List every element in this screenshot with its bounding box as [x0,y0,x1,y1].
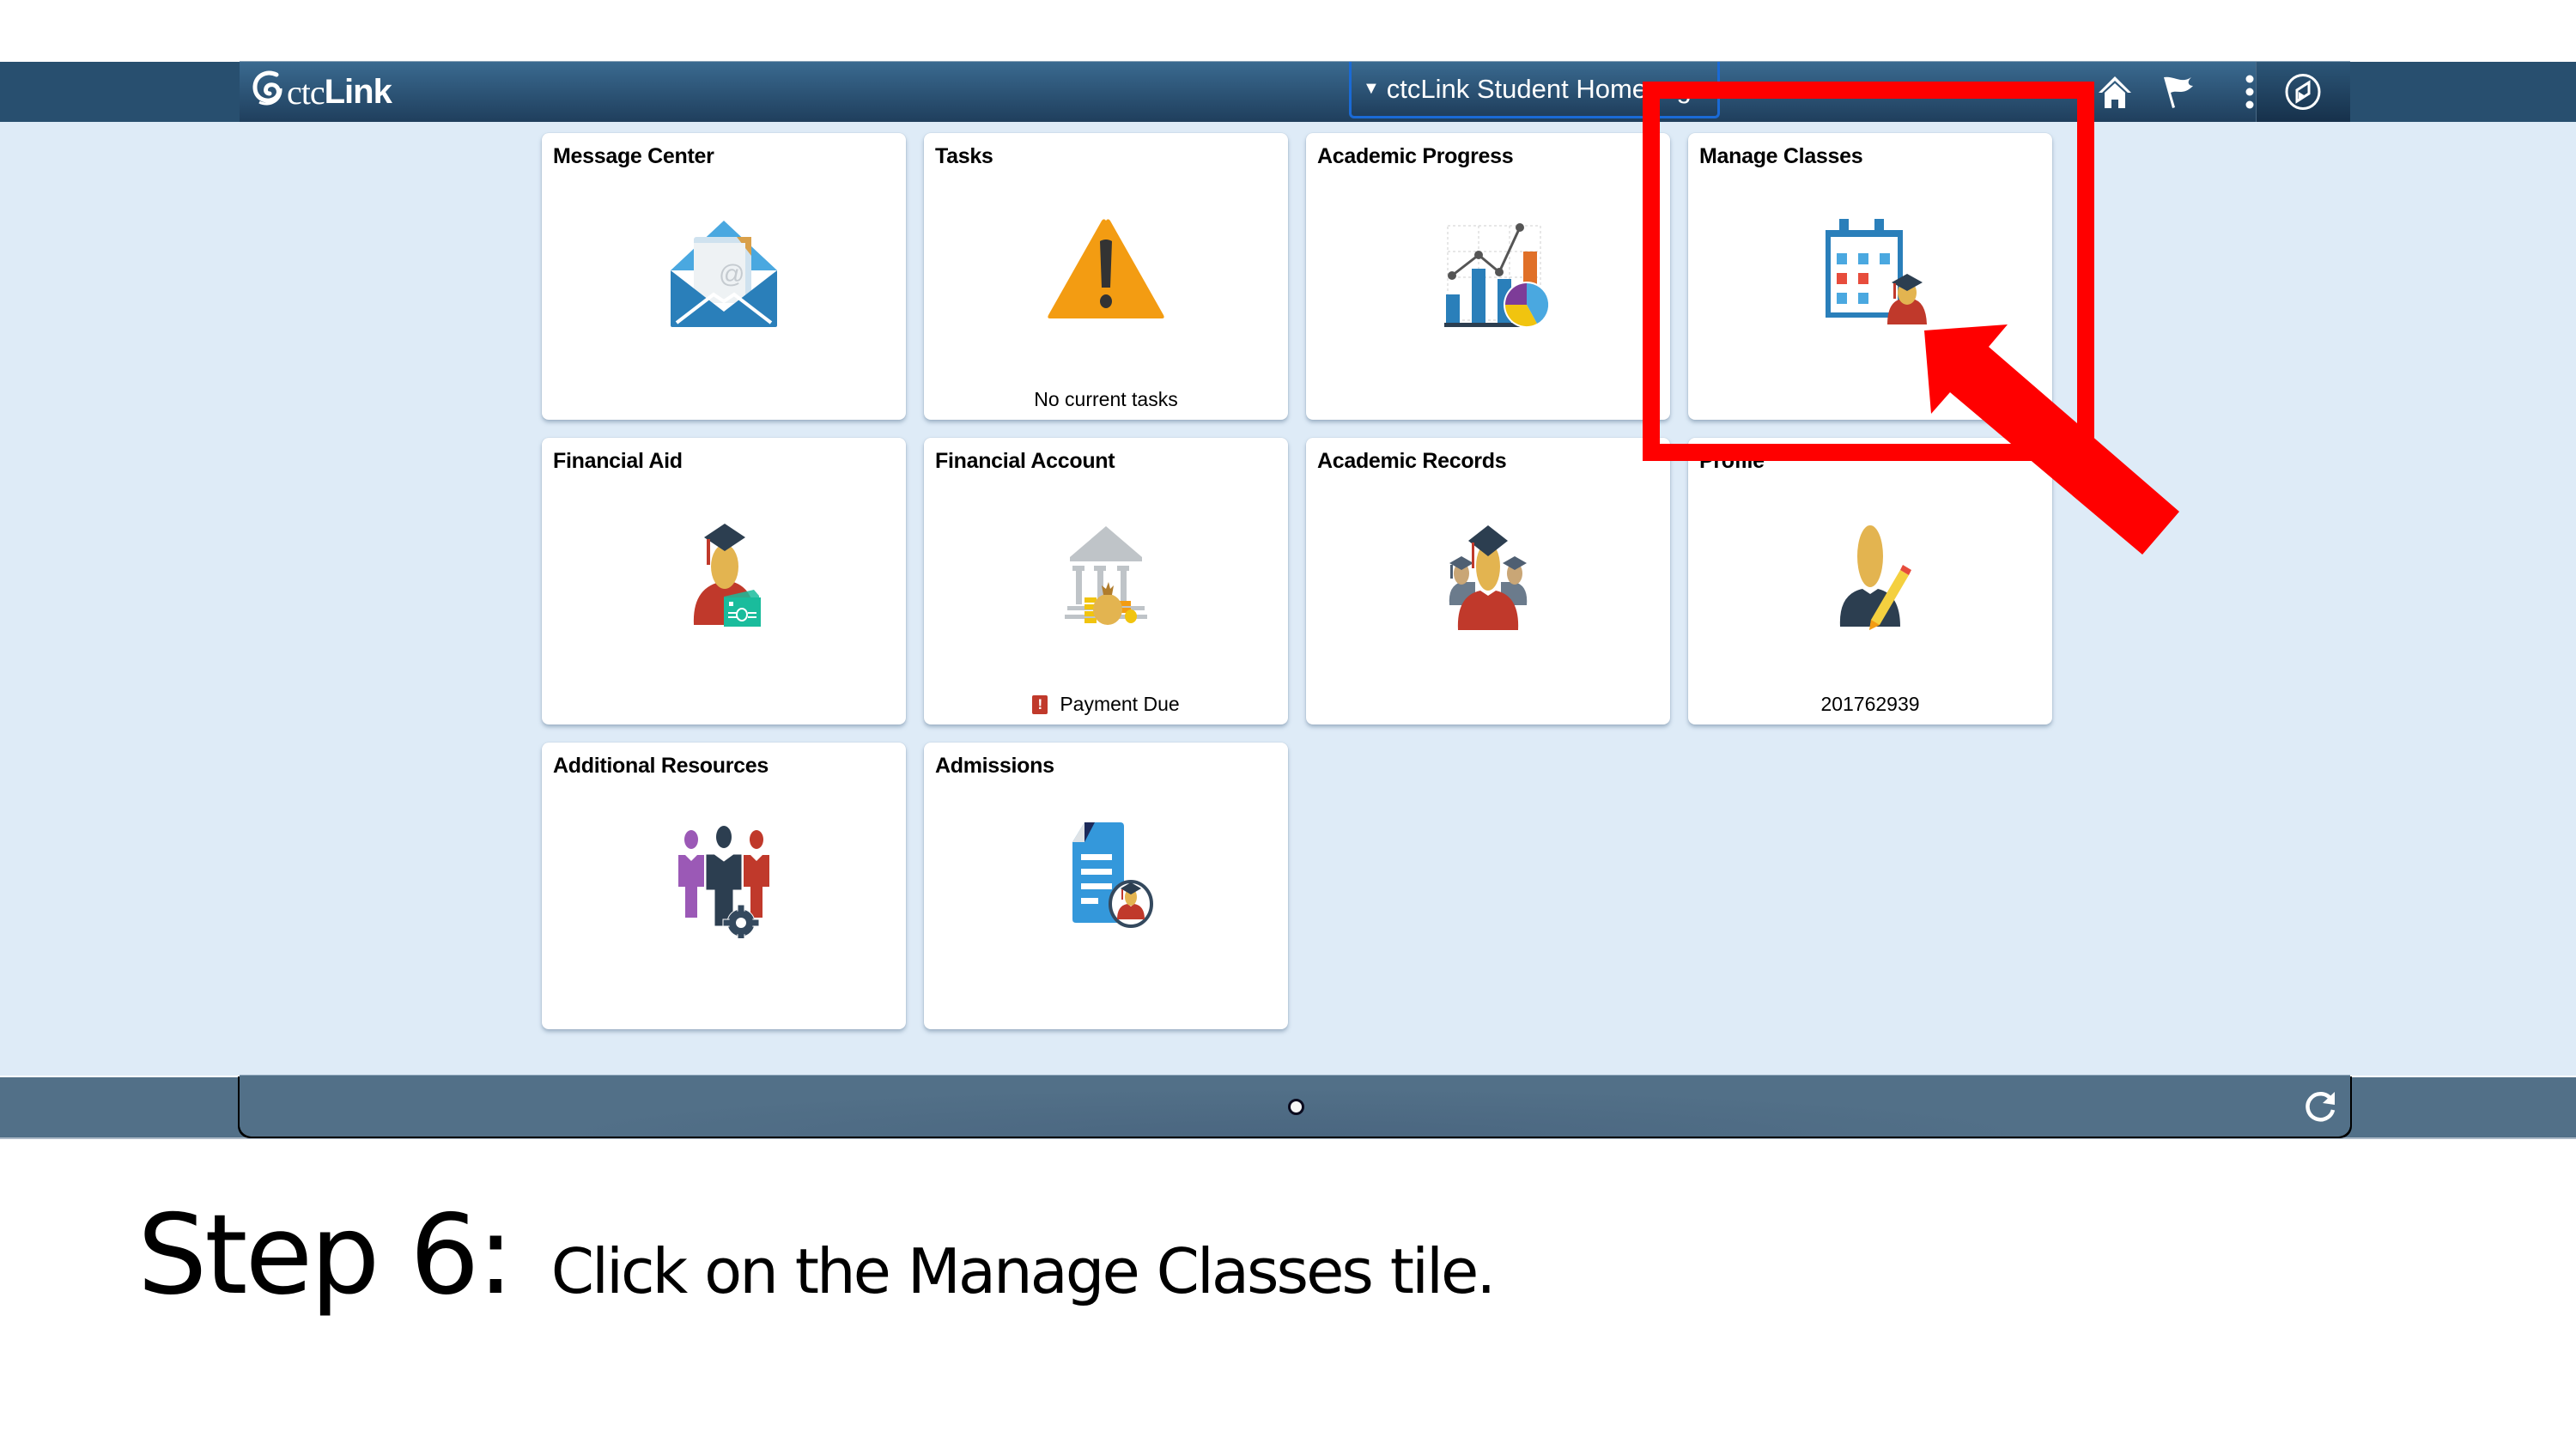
tile-tasks[interactable]: Tasks No current tasks [924,133,1288,420]
home-icon [2099,76,2131,108]
ctclink-swirl-icon [251,70,285,114]
instruction-caption: Step 6: Click on the Manage Classes tile… [137,1191,1497,1319]
tile-title: Manage Classes [1699,144,1863,168]
tile-title: Academic Records [1317,449,1507,473]
tile-manage-classes[interactable]: Manage Classes [1688,133,2052,420]
alert-icon: ! [1032,694,1048,714]
instruction-text-after: tile. [1370,1235,1496,1307]
tile-profile[interactable]: Profile 201762939 [1688,438,2052,724]
app-header: ctc Link ▼ ctcLink Student Homepage [240,61,2350,123]
navbar-button[interactable] [2256,62,2350,123]
page-indicator-dot[interactable] [1288,1099,1304,1115]
refresh-button[interactable] [2302,1088,2340,1125]
charts-icon [1444,223,1550,328]
flag-icon [2164,76,2193,108]
bank-money-icon [1065,526,1147,625]
home-button[interactable] [2093,72,2136,112]
tile-title: Academic Progress [1317,144,1514,168]
more-options-icon [2245,75,2254,109]
instruction-text-before: Click on the [550,1235,908,1307]
logo-text-ctc: ctc [287,72,325,112]
refresh-icon [2306,1092,2336,1122]
tile-status-text: No current tasks [1034,388,1178,410]
logo-text-link: Link [324,72,392,111]
tile-title: Financial Account [935,449,1115,473]
homepage-footer [240,1075,2350,1137]
payment-due-status: ! Payment Due [924,693,1288,716]
tile-message-center[interactable]: Message Center @ [542,133,906,420]
navbar-compass-icon [2285,74,2321,110]
tile-title: Profile [1699,449,1765,473]
notifications-flag-button[interactable] [2158,72,2201,112]
tile-academic-records[interactable]: Academic Records [1306,438,1670,724]
tile-academic-progress[interactable]: Academic Progress [1306,133,1670,420]
tile-status-text: Payment Due [1060,693,1180,715]
ctclink-logo[interactable]: ctc Link [251,69,392,115]
graduate-money-icon [693,524,761,627]
tile-title: Financial Aid [553,449,683,473]
tile-additional-resources[interactable]: Additional Resources [542,743,906,1029]
envelope-icon: @ [671,221,777,327]
tile-financial-aid[interactable]: Financial Aid [542,438,906,724]
tile-financial-account[interactable]: Financial Account ! Payment Due [924,438,1288,724]
tile-title: Admissions [935,754,1054,778]
document-student-icon [1072,822,1153,928]
people-gear-icon [678,826,769,938]
homepage-selector-button[interactable]: ▼ ctcLink Student Homepage [1349,62,1720,118]
tile-title: Additional Resources [553,754,769,778]
person-edit-icon [1839,525,1911,630]
warning-icon [1048,219,1164,318]
tile-admissions[interactable]: Admissions [924,743,1288,1029]
instruction-text: Click on the Manage Classes tile. [550,1235,1497,1307]
tile-title: Message Center [553,144,714,168]
homepage-content [0,122,2576,1076]
svg-text:@: @ [719,260,744,288]
caret-down-icon: ▼ [1362,79,1380,98]
calendar-student-icon [1826,219,1927,324]
graduates-icon [1449,525,1528,630]
instruction-emphasis: Manage Classes [907,1235,1374,1307]
tile-title: Tasks [935,144,993,168]
step-number: Step 6: [137,1191,514,1319]
student-id: 201762939 [1820,693,1920,715]
homepage-title: ctcLink Student Homepage [1386,73,1707,104]
